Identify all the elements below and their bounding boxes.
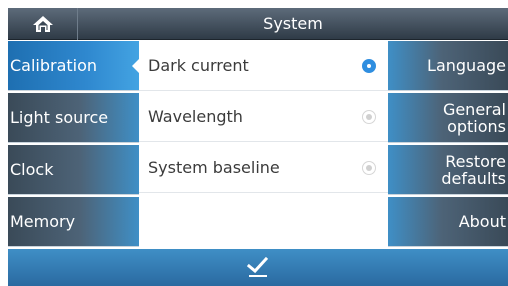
about-button[interactable]: About [388, 197, 508, 247]
footer-bar [8, 249, 508, 286]
confirm-button[interactable] [238, 253, 278, 283]
home-button[interactable] [8, 8, 78, 40]
language-button[interactable]: Language [388, 41, 508, 91]
nav-memory[interactable]: Memory [8, 197, 139, 247]
nav-light-source-label: Light source [10, 108, 109, 127]
restore-defaults-label-line2: defaults [441, 168, 506, 188]
general-options-label: General options [443, 101, 506, 135]
general-options-label-line2: options [447, 116, 506, 136]
checkmark-icon [247, 256, 269, 277]
option-label: System baseline [148, 158, 280, 177]
left-nav: Calibration Light source Clock Memory [8, 41, 139, 249]
active-indicator-icon [132, 59, 139, 73]
about-label: About [458, 212, 506, 231]
nav-calibration[interactable]: Calibration [8, 41, 139, 91]
option-label: Wavelength [148, 107, 243, 126]
radio-selected-icon[interactable] [362, 59, 376, 73]
option-system-baseline[interactable]: System baseline [139, 143, 388, 193]
nav-clock-label: Clock [10, 160, 54, 179]
header-bar: System [8, 8, 508, 40]
radio-unselected-icon[interactable] [362, 161, 376, 175]
restore-defaults-label: Restore defaults [441, 153, 506, 187]
right-nav: Language General options Restore default… [388, 41, 508, 249]
option-dark-current[interactable]: Dark current [139, 41, 388, 91]
restore-defaults-button[interactable]: Restore defaults [388, 145, 508, 195]
option-wavelength[interactable]: Wavelength [139, 92, 388, 142]
general-options-button[interactable]: General options [388, 93, 508, 143]
nav-memory-label: Memory [10, 212, 76, 231]
option-label: Dark current [148, 56, 249, 75]
radio-unselected-icon[interactable] [362, 110, 376, 124]
nav-calibration-label: Calibration [10, 56, 98, 75]
home-icon [32, 16, 53, 32]
language-label: Language [427, 56, 506, 75]
system-screen: System Calibration Light source Clock Me… [8, 8, 508, 286]
nav-light-source[interactable]: Light source [8, 93, 139, 143]
calibration-options: Dark current Wavelength System baseline [139, 41, 388, 249]
page-title: System [263, 14, 323, 33]
nav-clock[interactable]: Clock [8, 145, 139, 195]
